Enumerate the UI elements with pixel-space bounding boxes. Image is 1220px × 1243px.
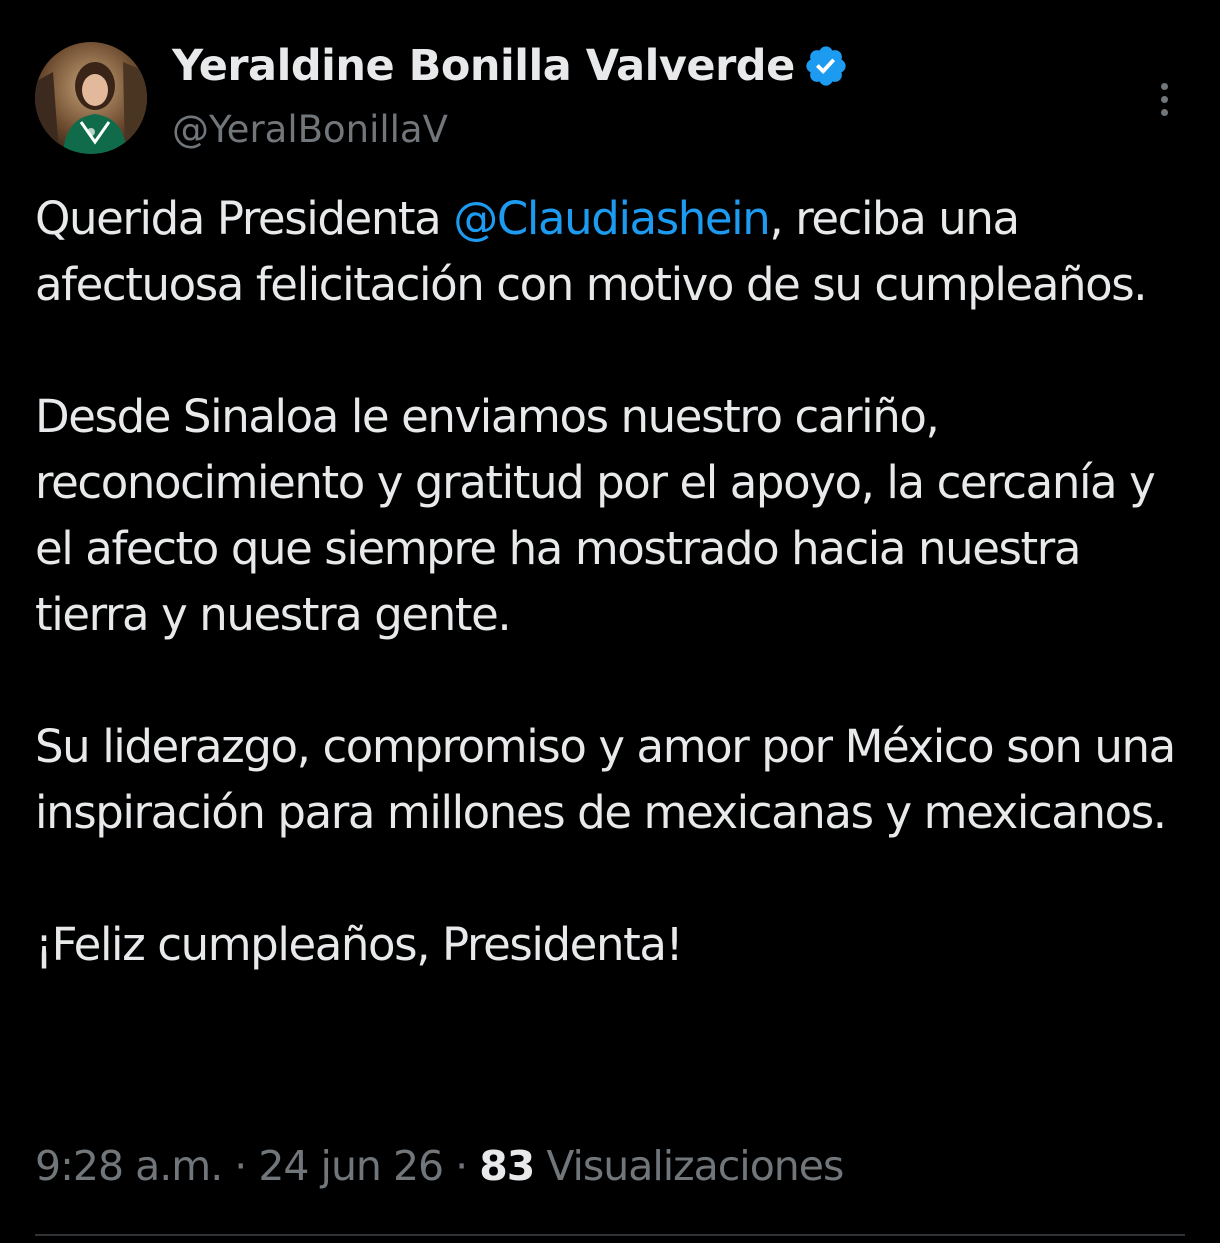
- tweet-time[interactable]: 9:28 a.m.: [35, 1142, 223, 1190]
- tweet-text-segment: Querida Presidenta: [35, 192, 454, 245]
- tweet-paragraph-4: ¡Feliz cumpleaños, Presidenta!: [35, 918, 684, 971]
- tweet-paragraph-1: Querida Presidenta @Claudiashein, reciba…: [35, 186, 1195, 318]
- author-name[interactable]: Yeraldine Bonilla Valverde: [172, 41, 795, 91]
- tweet-paragraph-2: Desde Sinaloa le enviamos nuestro cariño…: [35, 390, 1156, 641]
- more-options-icon[interactable]: [1146, 76, 1182, 122]
- mention-link[interactable]: @Claudiashein: [453, 192, 771, 245]
- verified-badge-icon[interactable]: [803, 43, 849, 89]
- tweet: Yeraldine Bonilla Valverde @YeralBonilla…: [0, 0, 1220, 1243]
- divider: [35, 1234, 1185, 1236]
- views-count[interactable]: 83: [479, 1142, 535, 1190]
- tweet-date[interactable]: 24 jun 26: [258, 1142, 444, 1190]
- avatar-photo: [35, 42, 147, 154]
- views-label: Visualizaciones: [534, 1142, 844, 1190]
- tweet-paragraph-3: Su liderazgo, compromiso y amor por Méxi…: [35, 720, 1176, 839]
- author-handle[interactable]: @YeralBonillaV: [172, 108, 448, 151]
- meta-separator: ·: [443, 1142, 480, 1190]
- author-name-row[interactable]: Yeraldine Bonilla Valverde: [172, 38, 849, 94]
- meta-separator: ·: [222, 1142, 259, 1190]
- avatar[interactable]: [35, 42, 147, 154]
- tweet-meta: 9:28 a.m. · 24 jun 26 · 83 Visualizacion…: [35, 1142, 844, 1190]
- tweet-text: Querida Presidenta @Claudiashein, reciba…: [35, 186, 1195, 978]
